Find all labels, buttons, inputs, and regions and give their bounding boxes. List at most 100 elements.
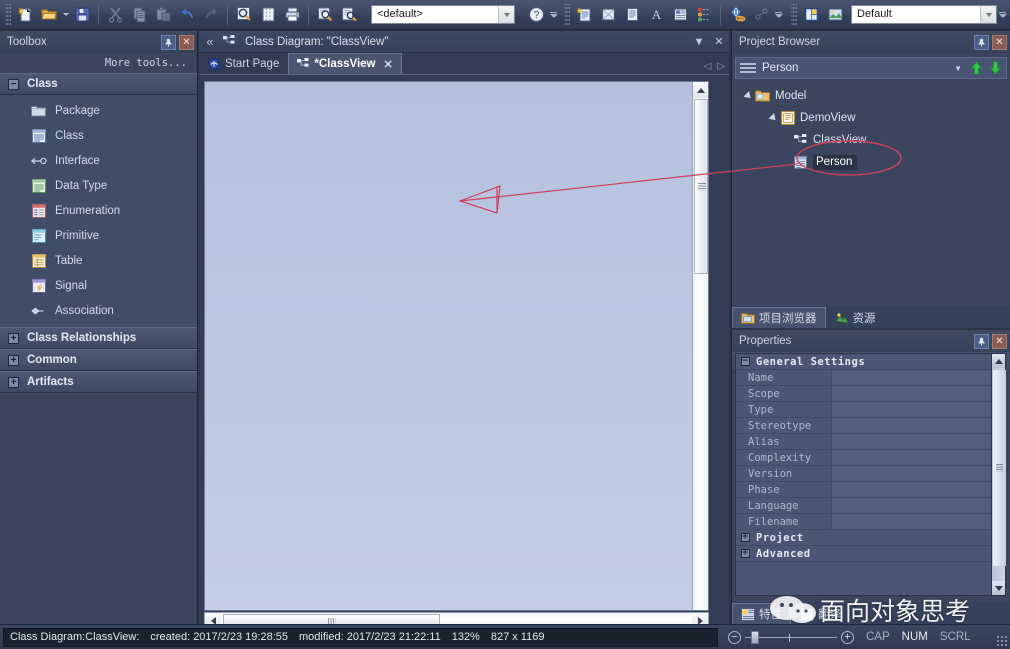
property-row-scope[interactable]: Scope: [736, 386, 991, 402]
scroll-up-button[interactable]: [693, 82, 708, 98]
close-icon[interactable]: ✕: [179, 34, 194, 50]
tab-prev-button[interactable]: ◁: [704, 61, 712, 72]
font-icon[interactable]: A: [645, 4, 667, 26]
column-view-icon[interactable]: [257, 4, 279, 26]
toolbar-grip[interactable]: [791, 3, 797, 26]
close-icon[interactable]: ✕: [992, 333, 1007, 349]
toolbar-overflow-button[interactable]: [997, 2, 1008, 28]
toolbox-item-primitive[interactable]: Primitive: [0, 223, 197, 248]
arrow-down-icon[interactable]: [989, 61, 1002, 75]
toolbox-category-artifacts[interactable]: + Artifacts: [0, 371, 197, 393]
property-value[interactable]: [832, 498, 991, 513]
redo-icon[interactable]: [200, 4, 222, 26]
tree-node-model[interactable]: Model: [740, 85, 1010, 107]
property-value[interactable]: [832, 482, 991, 497]
matrix-icon[interactable]: [597, 4, 619, 26]
property-row-stereotype[interactable]: Stereotype: [736, 418, 991, 434]
perspective-combo[interactable]: <default>: [371, 5, 516, 24]
close-icon[interactable]: ✕: [384, 58, 393, 71]
expand-toggle-icon[interactable]: +: [741, 533, 750, 542]
resize-grip[interactable]: [996, 635, 1008, 647]
toolbar-overflow-button[interactable]: [773, 2, 784, 28]
chevron-down-icon[interactable]: [498, 6, 515, 23]
document-icon[interactable]: [621, 4, 643, 26]
vertical-scroll-thumb[interactable]: [694, 99, 708, 274]
menu-lines-icon[interactable]: [740, 62, 756, 74]
image-icon[interactable]: [669, 4, 691, 26]
tab-start-page[interactable]: Start Page: [199, 53, 288, 74]
chevron-down-icon[interactable]: ▼: [954, 64, 962, 73]
collapse-toggle-icon[interactable]: −: [8, 78, 19, 90]
expand-toggle-icon[interactable]: +: [741, 549, 750, 558]
zoom-slider-control[interactable]: − +: [728, 630, 854, 644]
workspace-combo[interactable]: Default: [851, 5, 997, 24]
scroll-down-button[interactable]: [992, 581, 1005, 595]
link-globe-icon[interactable]: [726, 4, 748, 26]
project-browser-search[interactable]: Person ▼: [735, 57, 1007, 79]
close-icon[interactable]: ✕: [992, 34, 1007, 50]
canvas-vertical-scrollbar[interactable]: [692, 82, 708, 610]
property-group-advanced[interactable]: + Advanced: [736, 546, 991, 562]
tree-node-person[interactable]: Person: [740, 151, 1010, 173]
new-file-icon[interactable]: [14, 4, 36, 26]
collapse-toggle-icon[interactable]: −: [741, 357, 750, 366]
property-group-general-settings[interactable]: − General Settings: [736, 354, 991, 370]
property-value[interactable]: [832, 514, 991, 529]
toolbox-item-table[interactable]: Table: [0, 248, 197, 273]
property-value[interactable]: [832, 386, 991, 401]
toolbox-item-enumeration[interactable]: Enumeration: [0, 198, 197, 223]
property-value[interactable]: [832, 370, 991, 385]
property-row-name[interactable]: Name: [736, 370, 991, 386]
print-icon[interactable]: [281, 4, 303, 26]
property-value[interactable]: [832, 418, 991, 433]
property-row-version[interactable]: Version: [736, 466, 991, 482]
toolbox-item-signal[interactable]: Signal: [0, 273, 197, 298]
copy-icon[interactable]: [128, 4, 150, 26]
pin-icon[interactable]: [974, 34, 989, 50]
property-row-complexity[interactable]: Complexity: [736, 450, 991, 466]
trace-icon[interactable]: [750, 4, 772, 26]
layout-icon[interactable]: [800, 4, 822, 26]
expand-toggle-icon[interactable]: +: [8, 354, 19, 366]
paste-icon[interactable]: [152, 4, 174, 26]
property-value[interactable]: [832, 434, 991, 449]
zoom-slider-track[interactable]: [745, 630, 837, 644]
property-row-filename[interactable]: Filename: [736, 514, 991, 530]
close-icon[interactable]: ✕: [709, 35, 729, 48]
chevron-down-icon[interactable]: ▼: [689, 36, 709, 48]
tab-classview[interactable]: *ClassView ✕: [288, 53, 402, 74]
toolbar-overflow-button[interactable]: [548, 2, 559, 28]
property-row-alias[interactable]: Alias: [736, 434, 991, 450]
toolbox-category-common[interactable]: + Common: [0, 349, 197, 371]
open-dropdown-arrow[interactable]: [61, 4, 70, 26]
property-value[interactable]: [832, 450, 991, 465]
property-group-project[interactable]: + Project: [736, 530, 991, 546]
zoom-slider-knob[interactable]: [751, 630, 759, 644]
property-value[interactable]: [832, 466, 991, 481]
inspect-document-icon[interactable]: [338, 4, 360, 26]
properties-scrollbar[interactable]: [991, 353, 1006, 596]
chevron-down-icon[interactable]: [980, 6, 996, 23]
picture-icon[interactable]: [824, 4, 846, 26]
property-row-phase[interactable]: Phase: [736, 482, 991, 498]
dock-tab-properties[interactable]: 特性: [732, 603, 791, 624]
toolbox-item-package[interactable]: Package: [0, 98, 197, 123]
dock-tab-resources[interactable]: 资源: [826, 307, 885, 328]
scroll-up-button[interactable]: [992, 354, 1005, 368]
zoom-out-icon[interactable]: −: [728, 630, 741, 644]
help-icon[interactable]: ?: [525, 4, 547, 26]
double-chevron-left-icon[interactable]: «: [199, 34, 221, 49]
new-diagram-icon[interactable]: [573, 4, 595, 26]
toolbox-item-association[interactable]: Association: [0, 298, 197, 323]
property-row-type[interactable]: Type: [736, 402, 991, 418]
zoom-search-icon[interactable]: [233, 4, 255, 26]
dock-tab-translate[interactable]: 翻译: [791, 603, 850, 624]
toolbox-category-class[interactable]: − Class: [0, 73, 197, 95]
cut-icon[interactable]: [104, 4, 126, 26]
arrow-up-icon[interactable]: [970, 61, 983, 75]
toolbox-item-interface[interactable]: Interface: [0, 148, 197, 173]
property-row-language[interactable]: Language: [736, 498, 991, 514]
properties-grid[interactable]: − General Settings Name Scope Type Stere…: [735, 353, 992, 596]
tab-next-button[interactable]: ▷: [717, 61, 725, 72]
expand-toggle-icon[interactable]: +: [8, 376, 19, 388]
